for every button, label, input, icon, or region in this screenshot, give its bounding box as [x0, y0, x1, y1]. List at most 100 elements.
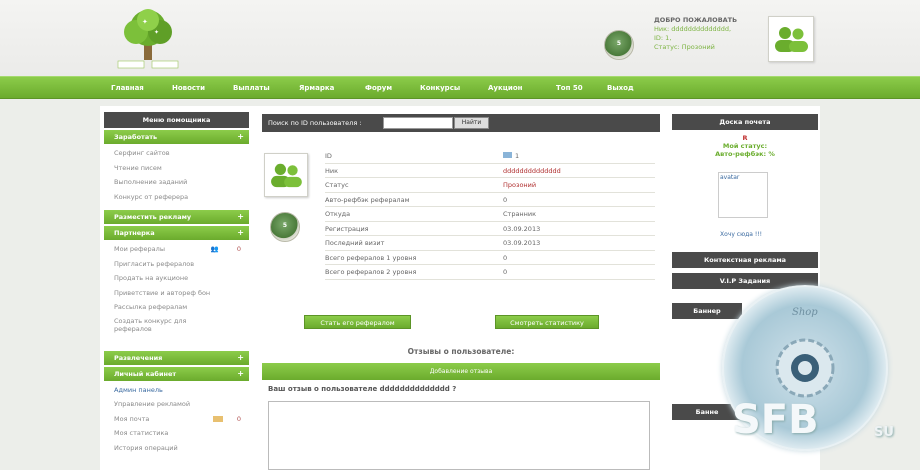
row-key: Всего рефералов 1 уровня	[325, 253, 417, 262]
context-ads: Контекстная реклама	[672, 252, 818, 268]
view-stats-button[interactable]: Смотреть статистику	[495, 315, 599, 329]
avatar-alt: avatar	[720, 174, 740, 181]
site-logo[interactable]: ✦ ✦	[112, 6, 184, 70]
nav-news[interactable]: Новости	[172, 84, 205, 92]
referrals-count: 0	[236, 245, 241, 253]
nav-top50[interactable]: Топ 50	[556, 84, 583, 92]
location-value: Странник	[503, 210, 537, 218]
menu-cabinet-label: Личный кабинет	[114, 369, 177, 378]
profile-rating-badge: 5	[270, 212, 300, 242]
plus-icon: +	[237, 368, 244, 378]
menu-mailing[interactable]: Рассылка рефералам	[104, 300, 249, 315]
menu-my-referrals-label: Мои рефералы	[114, 245, 165, 253]
profile-rating-value: 5	[282, 222, 288, 229]
users-icon	[775, 27, 808, 52]
svg-text:✦: ✦	[142, 18, 148, 26]
honor-board: R Мой статус: Авто-рефбэк: %	[672, 134, 818, 158]
mail-icon[interactable]	[503, 152, 512, 158]
welcome-title: ДОБРО ПОЖАЛОВАТЬ	[654, 16, 738, 24]
menu-entertainment[interactable]: Развлечения +	[104, 350, 249, 365]
user-id-value: 1	[515, 152, 520, 160]
last-visit-value: 03.09.2013	[503, 239, 541, 247]
nav-forum[interactable]: Форум	[365, 84, 392, 92]
table-row: Последний визит 03.09.2013	[325, 236, 655, 251]
table-row: Статус Прозоний	[325, 178, 655, 193]
user-avatar[interactable]	[768, 16, 814, 62]
menu-partner[interactable]: Партнерка +	[104, 226, 249, 240]
watermark-logo: Shop SFB SU	[722, 285, 894, 451]
refback-value: 0	[503, 195, 508, 204]
ref-level2-value: 0	[503, 268, 508, 276]
table-row: Откуда Странник	[325, 207, 655, 222]
nav-payouts[interactable]: Выплаты	[233, 84, 270, 92]
review-textarea[interactable]	[268, 401, 650, 470]
menu-advert[interactable]: Разместить рекламу +	[104, 210, 249, 224]
menu-create-contest[interactable]: Создать конкурс для рефералов	[104, 315, 204, 335]
profile-avatar	[264, 153, 308, 197]
plus-icon: +	[237, 228, 244, 237]
ref-level1-value: 0	[503, 253, 508, 262]
welcome-status: Статус: Прозоний	[654, 43, 715, 51]
add-review-bar[interactable]: Добавление отзыва	[262, 363, 660, 380]
welcome-nick[interactable]: Ник: dddddddddddddd,	[654, 25, 737, 34]
registration-value: 03.09.2013	[503, 224, 541, 233]
row-key: Регистрация	[325, 224, 369, 233]
context-ads-title[interactable]: Контекстная реклама	[672, 252, 818, 268]
menu-surfing[interactable]: Серфинг сайтов	[104, 146, 249, 161]
menu-tasks[interactable]: Выполнение заданий	[104, 175, 249, 190]
honor-board-title: Доска почета	[672, 114, 818, 130]
plus-icon: +	[237, 212, 244, 221]
menu-earn[interactable]: Заработать +	[104, 130, 249, 144]
users-icon	[271, 163, 302, 188]
header: ✦ ✦ 5 ДОБРО ПОЖАЛОВАТЬ Ник: dddddddddddd…	[0, 0, 920, 76]
menu-my-stats[interactable]: Моя статистика	[104, 426, 249, 441]
right-sidebar: Доска почета R Мой статус: Авто-рефбэк: …	[672, 114, 818, 238]
honor-refback: Авто-рефбэк: %	[715, 150, 775, 158]
honor-avatar[interactable]: avatar	[718, 172, 768, 218]
mail-count: 0	[236, 414, 241, 423]
mail-icon	[213, 415, 223, 422]
table-row: Всего рефералов 2 уровня 0	[325, 265, 655, 280]
table-row: Ник dddddddddddddd	[325, 164, 655, 178]
row-value: 1	[503, 149, 519, 163]
status-value: Прозоний	[503, 181, 537, 189]
search-input[interactable]	[383, 117, 453, 129]
menu-history[interactable]: История операций	[104, 441, 249, 456]
menu-entertainment-label: Развлечения	[114, 353, 163, 362]
users-small-icon: 👥	[210, 245, 219, 253]
become-referral-button[interactable]: Стать его рефералом	[304, 315, 411, 329]
sidebar-title: Меню помощника	[104, 112, 249, 128]
want-here-link[interactable]: Хочу сюда !!!	[720, 231, 762, 238]
row-key: ID	[325, 152, 332, 160]
nav-home[interactable]: Главная	[111, 84, 144, 92]
menu-read-mail[interactable]: Чтение писем	[104, 161, 249, 176]
nav-contests[interactable]: Конкурсы	[420, 84, 460, 92]
menu-my-mail[interactable]: Моя почта 0	[104, 412, 249, 427]
menu-my-referrals[interactable]: Мои рефералы 👥 0	[104, 242, 249, 257]
menu-cabinet[interactable]: Личный кабинет +	[104, 366, 249, 381]
plus-icon: +	[237, 132, 244, 141]
menu-my-mail-label: Моя почта	[114, 414, 150, 423]
welcome-block: ДОБРО ПОЖАЛОВАТЬ Ник: dddddddddddddd, ID…	[654, 16, 737, 52]
profile-table: ID 1 Ник dddddddddddddd Статус Прозоний Авт…	[325, 149, 655, 280]
table-row: Всего рефералов 1 уровня 0	[325, 251, 655, 265]
menu-sell-auction[interactable]: Продать на аукционе	[104, 271, 249, 286]
menu-invite[interactable]: Пригласить рефералов	[104, 257, 249, 272]
menu-earn-label: Заработать	[114, 133, 158, 141]
menu-partner-label: Партнерка	[114, 229, 155, 237]
watermark-tld: SU	[874, 425, 894, 440]
row-key: Всего рефералов 2 уровня	[325, 268, 417, 276]
row-key: Авто-рефбэк рефералам	[325, 195, 410, 204]
svg-text:✦: ✦	[154, 29, 159, 36]
nav-auction[interactable]: Аукцион	[488, 84, 522, 92]
nav-logout[interactable]: Выход	[607, 84, 634, 92]
honor-status: Мой статус:	[722, 142, 768, 150]
menu-admin-panel[interactable]: Админ панель	[104, 383, 249, 398]
welcome-id: ID: 1,	[654, 34, 672, 42]
menu-referrer-contest[interactable]: Конкурс от реферера	[104, 190, 249, 205]
row-key: Ник	[325, 166, 339, 175]
search-button[interactable]: Найти	[454, 117, 489, 129]
nav-market[interactable]: Ярмарка	[299, 84, 334, 92]
menu-ad-manage[interactable]: Управление рекламой	[104, 397, 249, 412]
menu-greeting[interactable]: Приветствие и автореф бон	[104, 286, 249, 301]
